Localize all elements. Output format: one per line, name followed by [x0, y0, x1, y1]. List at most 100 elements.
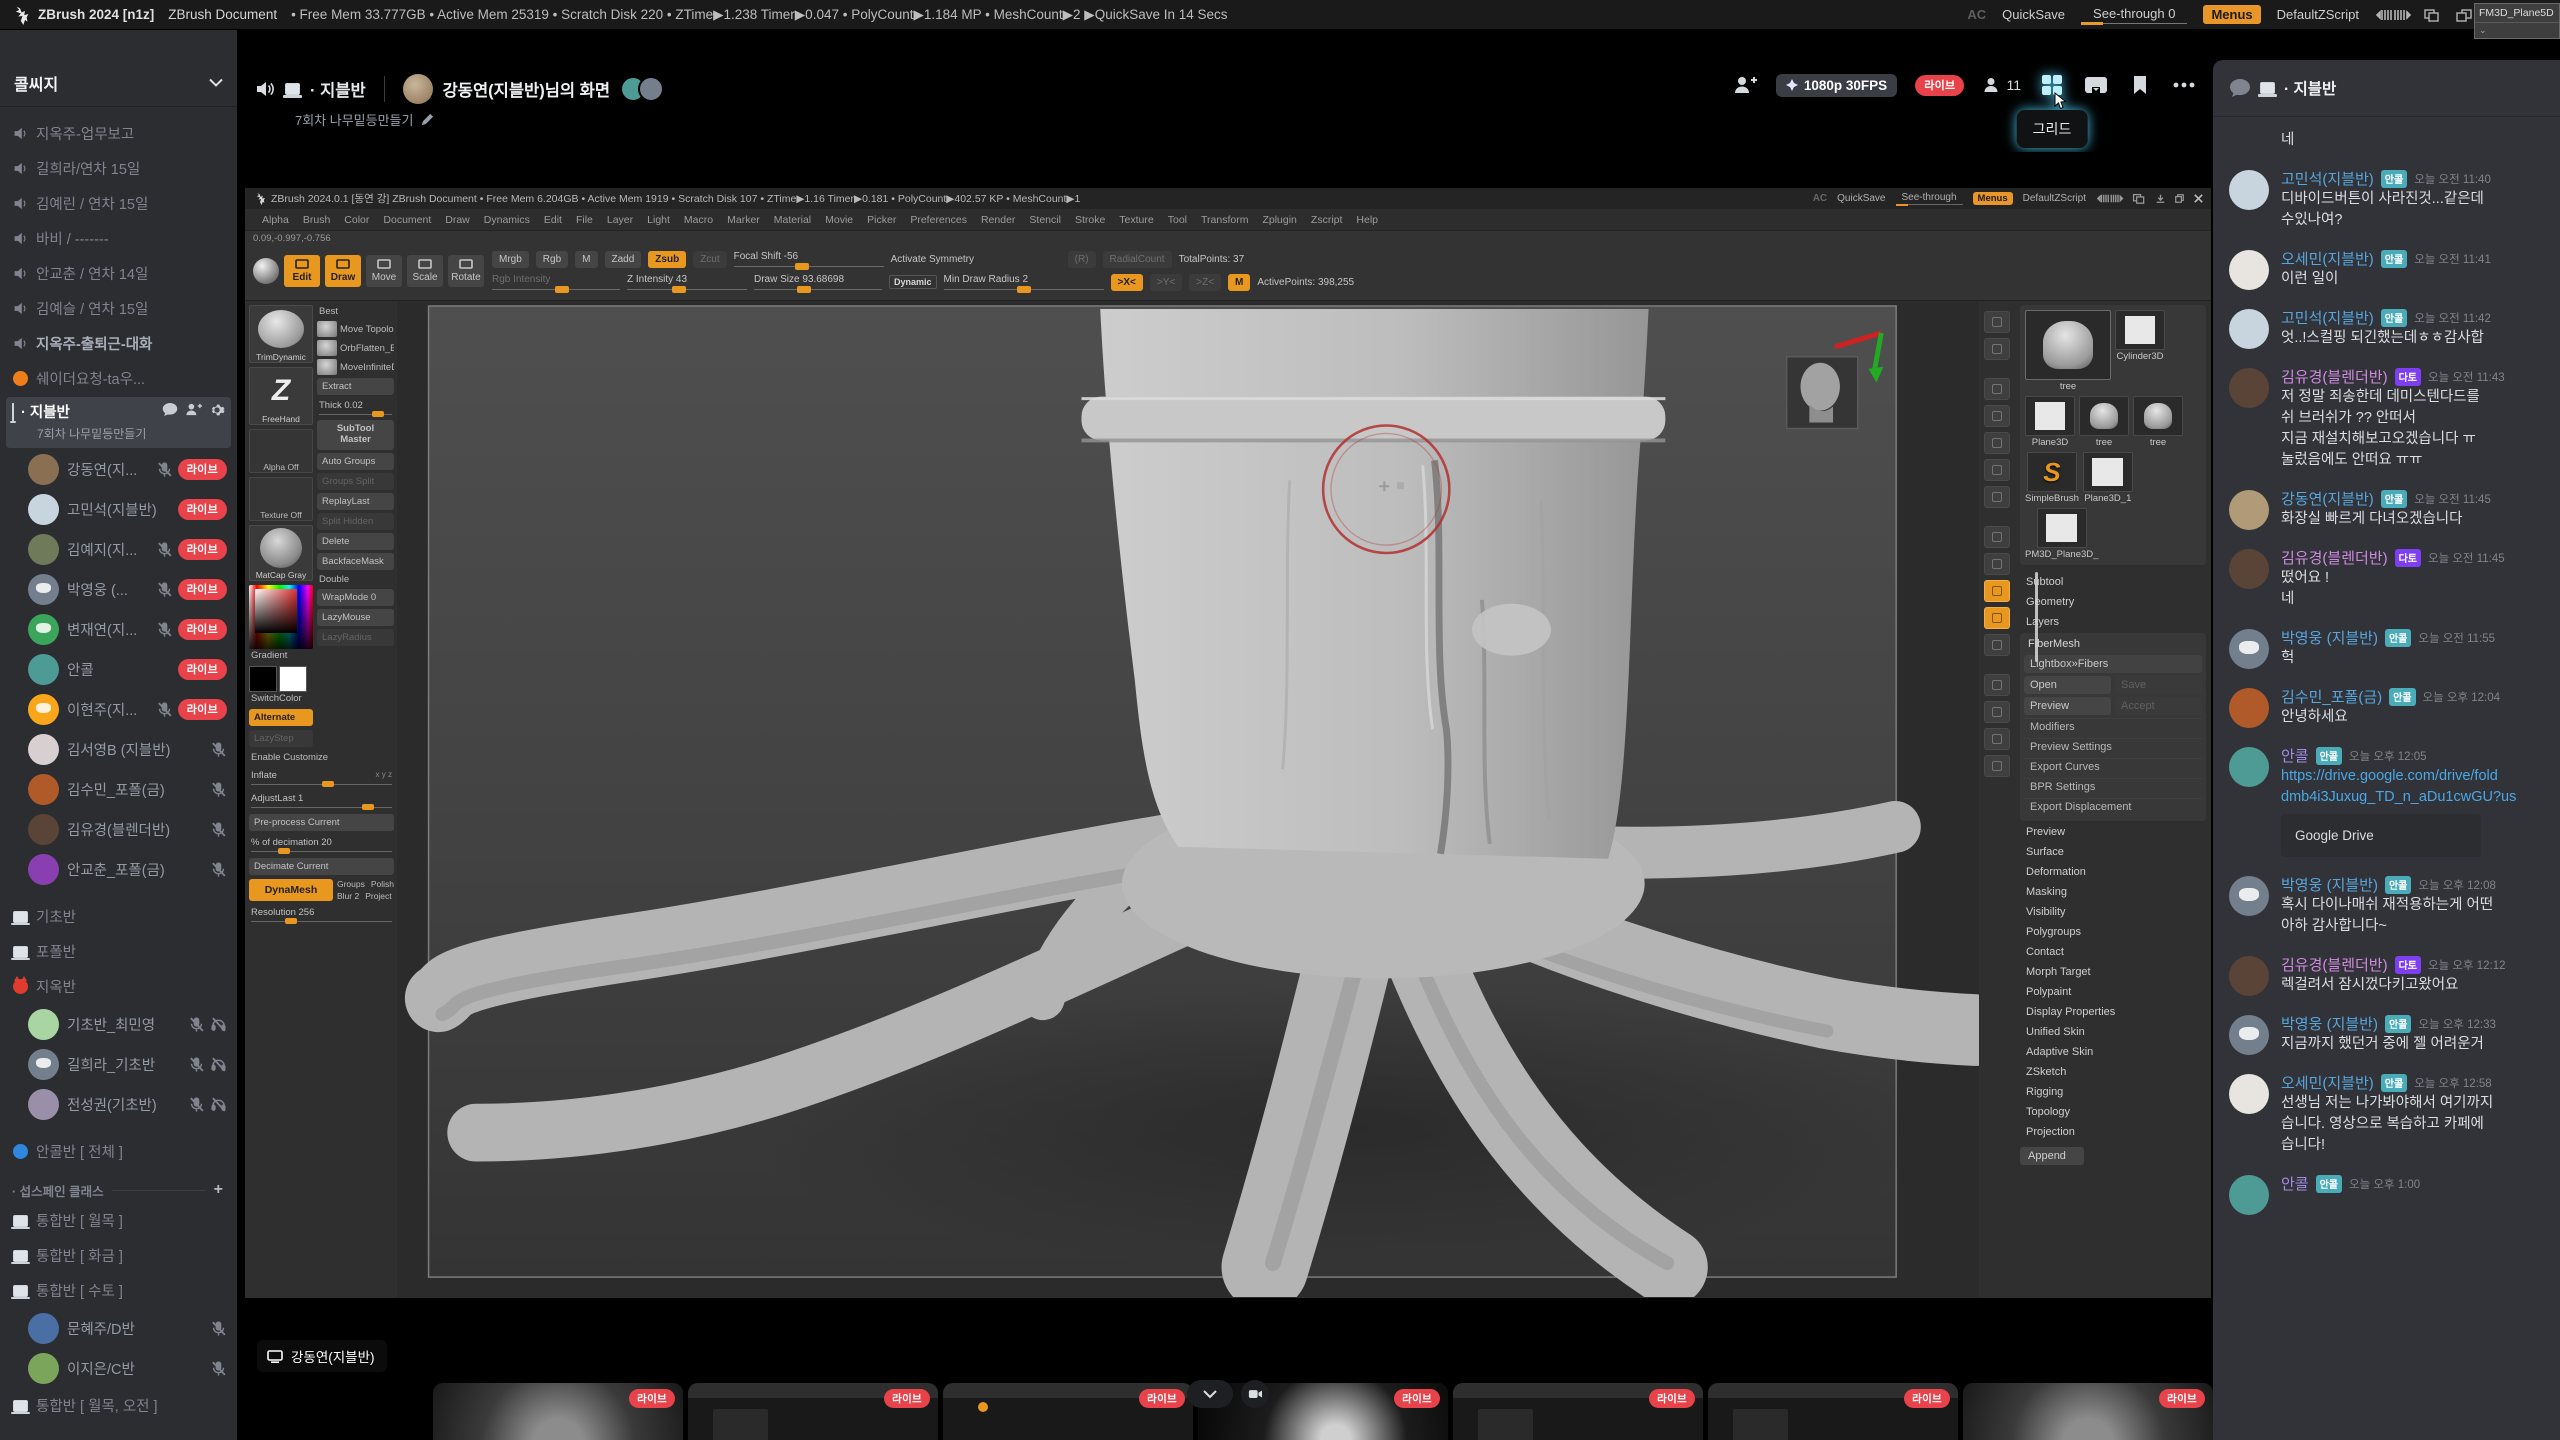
sidebar-section-header[interactable]: · 섭스페인 클래스+: [6, 1169, 231, 1203]
toolbar-chip[interactable]: Dynamic: [889, 275, 937, 289]
chat-message[interactable]: 강동연(지블반)안콜오늘 오전 11:45화장실 빠르게 다녀오겠습니다: [2229, 488, 2548, 530]
avatar[interactable]: [2229, 1074, 2269, 1114]
voice-user-row[interactable]: 길희라_기초반: [6, 1044, 231, 1084]
voice-user-row[interactable]: 김수민_포폴(금): [6, 769, 231, 809]
sidebar-channel[interactable]: 쉐이더요청-ta우...: [6, 361, 231, 396]
pencil-icon[interactable]: [421, 113, 434, 126]
inner-sliders-icon[interactable]: [2096, 194, 2122, 203]
tool-menu-section[interactable]: Surface: [2020, 843, 2206, 861]
shelf-button[interactable]: Delete: [317, 533, 394, 550]
toolbar-rotate-button[interactable]: Rotate: [448, 255, 484, 287]
voice-user-row[interactable]: 김유경(블렌더반): [6, 809, 231, 849]
message-author[interactable]: 김유경(블렌더반): [2281, 366, 2388, 387]
inner-ac[interactable]: AC: [1813, 193, 1827, 204]
default-zscript-button[interactable]: DefaultZScript: [2277, 7, 2359, 22]
shelf-slider[interactable]: % of decimation 20: [249, 835, 394, 854]
chat-message[interactable]: 오세민(지블반)안콜오늘 오후 12:58선생님 저는 나가봐야해서 여기까지습…: [2229, 1072, 2548, 1156]
voice-user-row[interactable]: 안교춘_포폴(금): [6, 849, 231, 889]
toolbar-button[interactable]: >Y<: [1150, 274, 1182, 291]
fibermesh-button[interactable]: Open: [2024, 676, 2111, 694]
inner-see-through[interactable]: See-through: [1896, 192, 1963, 205]
fibermesh-subsection[interactable]: Export Displacement: [2024, 798, 2202, 815]
message-author[interactable]: 김유경(블렌더반): [2281, 954, 2388, 975]
avatar[interactable]: [2229, 490, 2269, 530]
fibermesh-subsection[interactable]: Modifiers: [2024, 718, 2202, 735]
menus-button[interactable]: Menus: [2203, 5, 2260, 24]
brush-mini-thumbnail[interactable]: MoveInfiniteDep: [317, 359, 394, 375]
zbrush-menu-item[interactable]: Zplugin: [1255, 214, 1303, 226]
solo-icon[interactable]: [1984, 634, 2010, 656]
sidebar-channel[interactable]: 바비 / -------: [6, 221, 231, 256]
message-author[interactable]: 강동연(지블반): [2281, 488, 2374, 509]
palette-dock-right-icon[interactable]: [2455, 8, 2473, 22]
inner-quicksave[interactable]: QuickSave: [1837, 193, 1885, 204]
toolbar-scale-button[interactable]: Scale: [407, 255, 443, 287]
shelf-button[interactable]: Pre-process Current: [249, 814, 394, 831]
shelf-slider[interactable]: Resolution 256: [249, 905, 394, 924]
zbrush-menu-item[interactable]: Picker: [860, 214, 903, 226]
palette-dock-left-icon[interactable]: [2423, 8, 2441, 22]
tool-menu-section[interactable]: Unified Skin: [2020, 1023, 2206, 1041]
message-author[interactable]: 박영웅 (지블반): [2281, 1013, 2378, 1034]
message-author[interactable]: 고민석(지블반): [2281, 307, 2374, 328]
subtool-preview-thumbnail[interactable]: [1787, 357, 1858, 429]
participant-video-tile[interactable]: 라이브: [943, 1383, 1193, 1440]
chat-message[interactable]: 박영웅 (지블반)안콜오늘 오전 11:55헉: [2229, 627, 2548, 669]
tool-dropdown[interactable]: FM3D_Plane5D ⌄: [2474, 3, 2560, 39]
tool-menu-section[interactable]: Deformation: [2020, 863, 2206, 881]
color-picker[interactable]: Gradient: [249, 585, 313, 662]
shelf-button[interactable]: Extract: [317, 378, 394, 395]
zbrush-menu-item[interactable]: Macro: [677, 214, 720, 226]
zbrush-menu-item[interactable]: Light: [640, 214, 677, 226]
tool-thumbnail[interactable]: tree: [2025, 310, 2111, 392]
message-author[interactable]: 고민석(지블반): [2281, 168, 2374, 189]
sidebar-channel[interactable]: 김예린 / 연차 15일: [6, 186, 231, 221]
more-options-icon[interactable]: [2171, 72, 2197, 98]
fibermesh-subsection[interactable]: Export Curves: [2024, 758, 2202, 775]
avatar[interactable]: [2229, 1175, 2269, 1215]
voice-user-row[interactable]: 이지은/C반: [6, 1348, 231, 1388]
chat-message[interactable]: 안콜안콜오늘 오후 1:00: [2229, 1173, 2548, 1215]
chat-message[interactable]: 고민석(지블반)안콜오늘 오전 11:42엇..!스컬핑 되긴했는데ㅎㅎ감사합: [2229, 307, 2548, 349]
tool-thumbnail[interactable]: SSimpleBrush: [2025, 452, 2079, 504]
sidebar-channel[interactable]: 포폴반: [6, 934, 231, 969]
sidebar-channel[interactable]: 김예슬 / 연차 15일: [6, 291, 231, 326]
voice-user-row[interactable]: 이현주(지...라이브: [6, 689, 231, 729]
chat-message[interactable]: 김수민_포폴(금)안콜오늘 오후 12:04안녕하세요: [2229, 686, 2548, 728]
toolbar-button[interactable]: >Z<: [1189, 274, 1221, 291]
zbrush-menu-item[interactable]: Texture: [1112, 214, 1160, 226]
shelf-button[interactable]: Alternate: [249, 709, 313, 726]
participant-video-tile[interactable]: 라이브: [433, 1383, 683, 1440]
avatar[interactable]: [2229, 250, 2269, 290]
tool-menu-section[interactable]: Preview: [2020, 823, 2206, 841]
toolbar-button[interactable]: (R): [1068, 251, 1096, 268]
toolbar-button[interactable]: M: [1228, 274, 1250, 291]
actual-icon[interactable]: [1984, 459, 2010, 481]
zbrush-menu-item[interactable]: Color: [337, 214, 376, 226]
dynamesh-options[interactable]: GroupsPolishBlur 2Project: [337, 879, 394, 901]
tool-menu-section[interactable]: Geometry: [2020, 593, 2206, 611]
dynamesh-button[interactable]: DynaMesh: [249, 879, 333, 901]
zbrush-menu-item[interactable]: Preferences: [903, 214, 974, 226]
zbrush-menu-item[interactable]: Brush: [296, 214, 337, 226]
avatar[interactable]: [2229, 876, 2269, 916]
message-author[interactable]: 김수민_포폴(금): [2281, 686, 2382, 707]
chat-message-list[interactable]: 네고민석(지블반)안콜오늘 오전 11:40디바이드버튼이 사라진것...같은데…: [2213, 116, 2560, 1440]
toolbar-button[interactable]: Mrgb: [492, 251, 529, 268]
avatar[interactable]: [2229, 1015, 2269, 1055]
tool-menu-section[interactable]: Layers: [2020, 613, 2206, 631]
tool-menu-section[interactable]: Polypaint: [2020, 983, 2206, 1001]
shelf-button[interactable]: BackfaceMask: [317, 553, 394, 570]
frame-icon[interactable]: [1984, 338, 2010, 360]
divider-sliders-icon[interactable]: [2375, 9, 2409, 21]
plus-icon[interactable]: +: [214, 1181, 223, 1199]
zbrush-menu-item[interactable]: Alpha: [255, 214, 296, 226]
avatar[interactable]: [2229, 309, 2269, 349]
switch-color[interactable]: SwitchColor: [249, 666, 313, 705]
tool-menu-section[interactable]: Display Properties: [2020, 1003, 2206, 1021]
inner-menus-button[interactable]: Menus: [1973, 192, 2013, 205]
inner-dock-icon[interactable]: [2132, 193, 2146, 204]
floor-icon[interactable]: [1984, 553, 2010, 575]
toolbar-move-button[interactable]: Move: [366, 255, 402, 287]
avatar[interactable]: [2229, 956, 2269, 996]
